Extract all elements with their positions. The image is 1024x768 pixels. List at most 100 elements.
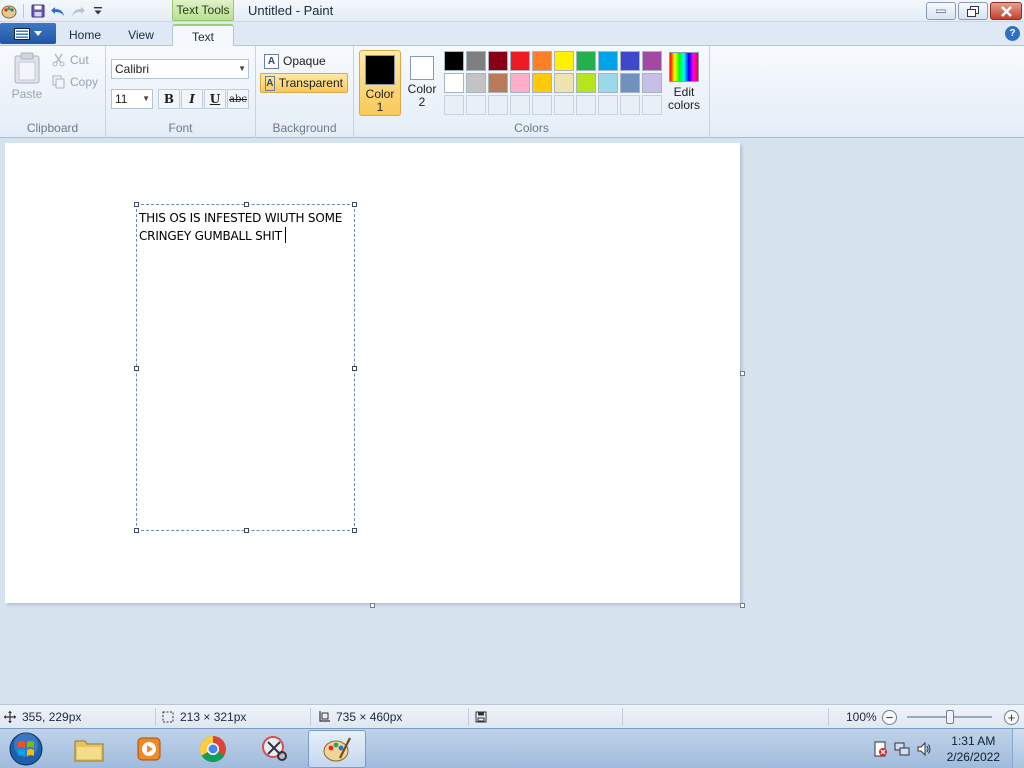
taskbar-clock[interactable]: 1:31 AM 2/26/2022: [947, 733, 1000, 765]
cursor-position-value: 355, 229px: [22, 710, 82, 724]
palette-color-swatch[interactable]: [642, 51, 662, 71]
transparent-button[interactable]: A Transparent: [260, 73, 348, 93]
custom-color-slot[interactable]: [554, 95, 574, 115]
status-separator: [155, 708, 156, 726]
customize-qat-icon[interactable]: [89, 2, 107, 20]
palette-color-swatch[interactable]: [620, 73, 640, 93]
taskbar-explorer[interactable]: [60, 730, 118, 768]
tab-view[interactable]: View: [116, 24, 166, 46]
edit-colors-button[interactable]: Edit colors: [664, 52, 704, 112]
opaque-button[interactable]: A Opaque: [260, 51, 330, 71]
taskbar-snipping-tool[interactable]: [246, 730, 304, 768]
palette-color-swatch[interactable]: [532, 73, 552, 93]
textbox-handle[interactable]: [244, 528, 249, 533]
close-button[interactable]: [990, 2, 1022, 20]
status-separator: [622, 708, 623, 726]
palette-color-swatch[interactable]: [598, 51, 618, 71]
palette-color-swatch[interactable]: [554, 51, 574, 71]
tab-text[interactable]: Text: [172, 24, 234, 46]
palette-color-swatch[interactable]: [488, 73, 508, 93]
textbox-handle[interactable]: [352, 366, 357, 371]
volume-icon[interactable]: [913, 741, 935, 757]
selection-size: 213 × 321px: [162, 705, 246, 729]
custom-color-slot[interactable]: [642, 95, 662, 115]
palette-color-swatch[interactable]: [532, 51, 552, 71]
palette-color-swatch[interactable]: [444, 73, 464, 93]
palette-color-swatch[interactable]: [598, 73, 618, 93]
taskbar: 1:31 AM 2/26/2022: [0, 728, 1024, 768]
custom-color-slot[interactable]: [576, 95, 596, 115]
underline-button[interactable]: U: [204, 89, 226, 109]
palette-color-swatch[interactable]: [576, 51, 596, 71]
taskbar-chrome[interactable]: [184, 730, 242, 768]
minimize-button[interactable]: [926, 2, 956, 20]
zoom-in-button[interactable]: +: [1004, 710, 1019, 725]
colors-group-label: Colors: [514, 121, 549, 135]
action-center-icon[interactable]: [869, 741, 891, 757]
palette-color-swatch[interactable]: [444, 51, 464, 71]
textbox-handle[interactable]: [244, 202, 249, 207]
italic-button[interactable]: I: [181, 89, 203, 109]
start-button[interactable]: [6, 731, 46, 767]
canvas-resize-handle-corner[interactable]: [740, 603, 745, 608]
strikethrough-button[interactable]: abc: [227, 89, 249, 109]
save-icon[interactable]: [29, 2, 47, 20]
canvas-resize-handle-right[interactable]: [740, 371, 745, 376]
cut-label: Cut: [70, 53, 89, 67]
ribbon-tab-row: Home View Text ?: [0, 22, 1024, 46]
cursor-position: 355, 229px: [4, 705, 81, 729]
quick-access-toolbar: [0, 1, 107, 21]
copy-button[interactable]: Copy: [52, 75, 98, 89]
paint-icon: [323, 737, 351, 762]
redo-icon[interactable]: [69, 2, 87, 20]
font-size-select[interactable]: 11 ▼: [111, 89, 153, 109]
custom-color-slot[interactable]: [444, 95, 464, 115]
chevron-down-icon: [34, 30, 42, 36]
textbox-handle[interactable]: [134, 366, 139, 371]
textbox-handle[interactable]: [134, 528, 139, 533]
paste-button[interactable]: Paste: [8, 52, 46, 104]
scissors-icon: [52, 53, 65, 67]
cut-button[interactable]: Cut: [52, 53, 89, 67]
palette-color-swatch[interactable]: [554, 73, 574, 93]
color2-button[interactable]: Color 2: [401, 50, 443, 116]
font-family-select[interactable]: Calibri ▼: [111, 59, 249, 79]
zoom-level: 100%: [846, 710, 877, 724]
palette-color-swatch[interactable]: [510, 51, 530, 71]
restore-button[interactable]: [958, 2, 988, 20]
taskbar-media-player[interactable]: [120, 730, 178, 768]
tab-home[interactable]: Home: [60, 24, 110, 46]
custom-color-slot[interactable]: [488, 95, 508, 115]
textbox-handle[interactable]: [352, 202, 357, 207]
paint-app-icon[interactable]: [0, 2, 18, 20]
palette-color-swatch[interactable]: [466, 51, 486, 71]
palette-color-swatch[interactable]: [488, 51, 508, 71]
network-icon[interactable]: [891, 741, 913, 757]
show-desktop-button[interactable]: [1012, 729, 1024, 768]
taskbar-paint[interactable]: [308, 730, 366, 768]
close-icon: [1000, 5, 1012, 17]
palette-color-swatch[interactable]: [642, 73, 662, 93]
palette-color-swatch[interactable]: [466, 73, 486, 93]
custom-color-slot[interactable]: [532, 95, 552, 115]
canvas-resize-handle-bottom[interactable]: [370, 603, 375, 608]
custom-color-slot[interactable]: [620, 95, 640, 115]
textbox-handle[interactable]: [134, 202, 139, 207]
font-group-label: Font: [168, 121, 193, 135]
bold-button[interactable]: B: [158, 89, 180, 109]
palette-color-swatch[interactable]: [576, 73, 596, 93]
custom-color-slot[interactable]: [466, 95, 486, 115]
zoom-out-button[interactable]: −: [882, 710, 897, 725]
palette-color-swatch[interactable]: [620, 51, 640, 71]
custom-color-slot[interactable]: [598, 95, 618, 115]
paint-menu-button[interactable]: [0, 23, 56, 44]
custom-color-slot[interactable]: [510, 95, 530, 115]
help-icon[interactable]: ?: [1005, 26, 1020, 41]
drawing-canvas[interactable]: [5, 143, 740, 603]
palette-color-swatch[interactable]: [510, 73, 530, 93]
zoom-slider-thumb[interactable]: [946, 710, 954, 724]
text-box[interactable]: THIS OS IS INFESTED WIUTH SOME CRINGEY G…: [134, 202, 357, 533]
color1-button[interactable]: Color 1: [359, 50, 401, 116]
undo-icon[interactable]: [49, 2, 67, 20]
textbox-handle[interactable]: [352, 528, 357, 533]
